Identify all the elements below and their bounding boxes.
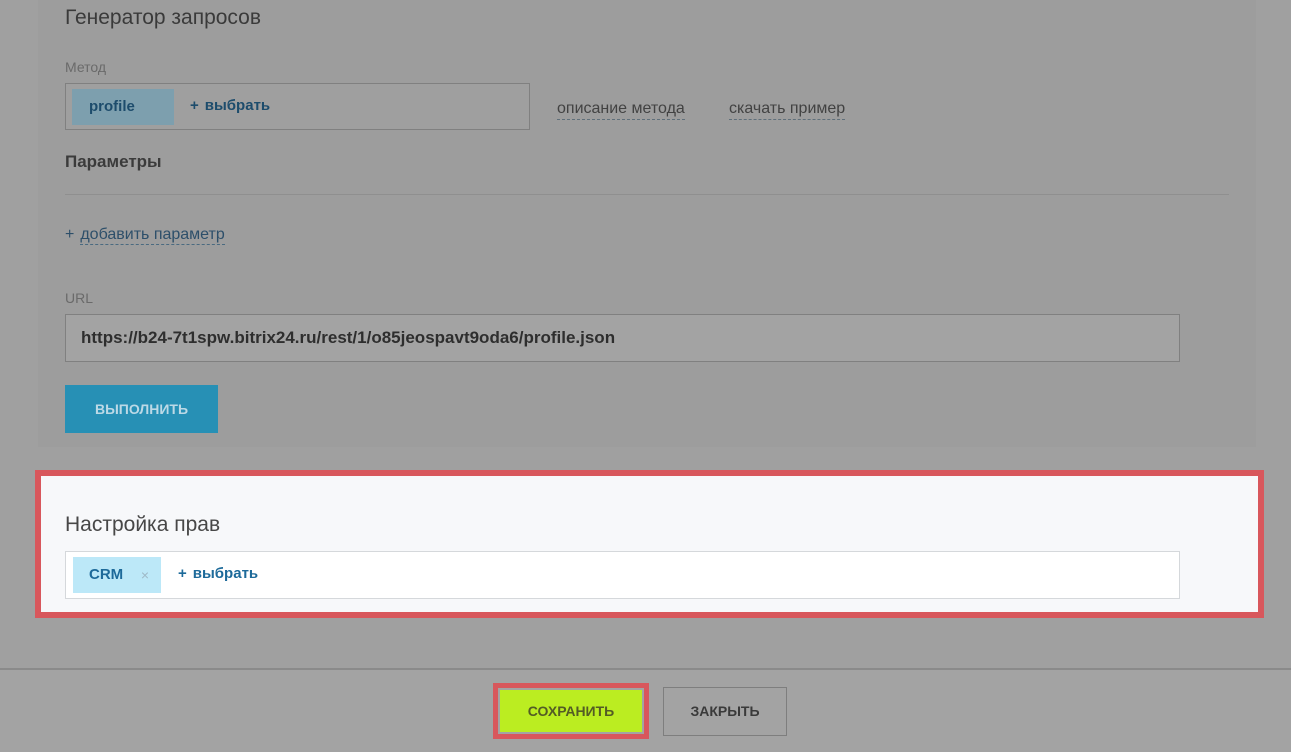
method-select-label: выбрать — [204, 97, 271, 114]
rights-title: Настройка прав — [65, 513, 221, 536]
generator-title: Генератор запросов — [65, 6, 262, 29]
close-icon[interactable]: × — [141, 557, 149, 593]
plus-icon: + — [190, 97, 199, 114]
method-select-link[interactable]: + выбрать — [190, 97, 270, 114]
method-tag-profile[interactable]: profile — [72, 89, 174, 125]
run-button[interactable]: ВЫПОЛНИТЬ — [65, 385, 218, 433]
url-field[interactable]: https://b24-7t1spw.bitrix24.ru/rest/1/o8… — [65, 314, 1180, 362]
close-button[interactable]: ЗАКРЫТЬ — [663, 687, 787, 736]
request-generator-panel — [38, 0, 1256, 447]
save-button[interactable]: СОХРАНИТЬ — [500, 690, 642, 732]
params-title: Параметры — [65, 152, 162, 171]
download-example-link[interactable]: скачать пример — [729, 100, 846, 120]
method-label: Метод — [65, 59, 107, 75]
rights-select-label: выбрать — [192, 565, 259, 582]
method-description-link[interactable]: описание метода — [557, 100, 685, 120]
plus-icon: + — [65, 226, 75, 243]
rights-select-link[interactable]: + выбрать — [178, 565, 258, 582]
add-param-label: добавить параметр — [80, 226, 225, 245]
add-param-link[interactable]: + добавить параметр — [65, 226, 225, 245]
rights-tag-label: CRM — [89, 566, 124, 583]
url-label: URL — [65, 290, 94, 306]
rights-tag-crm[interactable]: CRM × — [73, 557, 161, 593]
plus-icon: + — [178, 565, 187, 582]
divider — [65, 194, 1229, 195]
